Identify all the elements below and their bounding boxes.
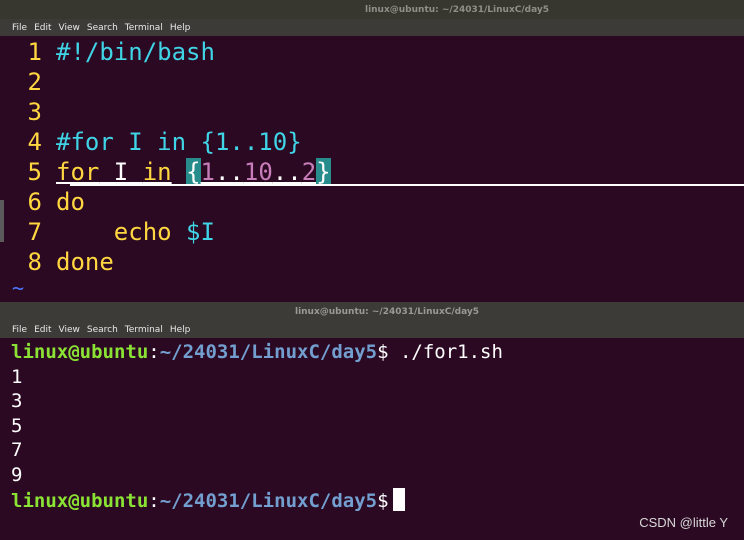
- menu-bar: File Edit View Search Terminal Help: [0, 321, 744, 338]
- output-line: 9: [11, 463, 23, 486]
- output-line: 1: [11, 365, 23, 388]
- code-text: do: [56, 188, 85, 216]
- watermark: CSDN @little Y: [639, 515, 728, 530]
- line-number: 4: [27, 128, 42, 156]
- vim-editor[interactable]: 1 #!/bin/bash 2 3 4 #for I in {1..10} 5 for…: [0, 36, 744, 299]
- code-line: 4 #for I in {1..10}: [0, 127, 744, 157]
- menu-file[interactable]: File: [12, 325, 27, 335]
- editor-terminal-window[interactable]: linux@ubuntu: ~/24031/LinuxC/day5 File E…: [0, 0, 744, 300]
- output-line: 3: [11, 390, 23, 413]
- code-text: echo $I: [113, 218, 215, 246]
- code-text: #!/bin/bash: [56, 38, 215, 66]
- cursor-line-underline: [70, 184, 744, 186]
- window-title: linux@ubuntu: ~/24031/LinuxC/day5: [294, 306, 480, 317]
- window-title-bar[interactable]: linux@ubuntu: ~/24031/LinuxC/day5: [0, 0, 744, 19]
- line-number: 1: [27, 38, 42, 66]
- text-cursor: [392, 487, 405, 511]
- code-line: 8 done: [0, 247, 744, 277]
- command-text: ./for1.sh: [399, 341, 503, 363]
- menu-edit[interactable]: Edit: [34, 23, 51, 33]
- code-line: 2: [0, 67, 744, 97]
- empty-line-marker: ~: [12, 276, 25, 300]
- line-number: 5: [27, 158, 42, 186]
- shell-terminal-window[interactable]: linux@ubuntu: ~/24031/LinuxC/day5 File E…: [0, 302, 744, 540]
- prompt-path: ~/24031/LinuxC/day5: [159, 341, 378, 363]
- line-number: 3: [27, 98, 42, 126]
- prompt-symbol: $: [377, 489, 389, 512]
- scroll-indicator: [0, 200, 4, 242]
- menu-view[interactable]: View: [59, 23, 80, 33]
- menu-edit[interactable]: Edit: [34, 325, 51, 335]
- code-text: #for I in {1..10}: [56, 128, 302, 156]
- prompt-user: linux@ubuntu: [11, 341, 149, 363]
- code-line-current: 5 for I in {1..10..2}: [0, 157, 744, 187]
- line-number: 6: [27, 188, 42, 216]
- line-number: 2: [27, 68, 42, 96]
- code-line: 1 #!/bin/bash: [0, 37, 744, 67]
- prompt-user: linux@ubuntu: [11, 489, 149, 512]
- menu-terminal[interactable]: Terminal: [125, 23, 163, 33]
- prompt-line[interactable]: linux@ubuntu:~/24031/LinuxC/day5$: [11, 487, 744, 514]
- prompt-path: ~/24031/LinuxC/day5: [159, 489, 378, 512]
- menu-search[interactable]: Search: [87, 23, 118, 33]
- command-line: linux@ubuntu:~/24031/LinuxC/day5$ ./for1…: [11, 341, 503, 363]
- menu-bar: File Edit View Search Terminal Help: [0, 19, 744, 36]
- code-line: 3: [0, 97, 744, 127]
- prompt-symbol: $: [377, 341, 389, 363]
- terminal-output[interactable]: linux@ubuntu:~/24031/LinuxC/day5$ ./for1…: [0, 338, 744, 513]
- output-line: 7: [11, 439, 23, 462]
- code-text: done: [56, 248, 114, 276]
- window-title: linux@ubuntu: ~/24031/LinuxC/day5: [364, 4, 550, 15]
- code-line: 6 do: [0, 187, 744, 217]
- menu-view[interactable]: View: [59, 325, 80, 335]
- line-number: 7: [27, 218, 42, 246]
- code-line: 7 echo $I: [0, 217, 744, 247]
- menu-help[interactable]: Help: [170, 325, 191, 335]
- window-title-bar[interactable]: linux@ubuntu: ~/24031/LinuxC/day5: [0, 302, 744, 321]
- code-text-highlighted: for I in {1..10..2}: [56, 158, 331, 186]
- line-number: 8: [27, 248, 42, 276]
- menu-terminal[interactable]: Terminal: [125, 325, 163, 335]
- menu-search[interactable]: Search: [87, 325, 118, 335]
- menu-help[interactable]: Help: [170, 23, 191, 33]
- menu-file[interactable]: File: [12, 23, 27, 33]
- output-line: 5: [11, 414, 23, 437]
